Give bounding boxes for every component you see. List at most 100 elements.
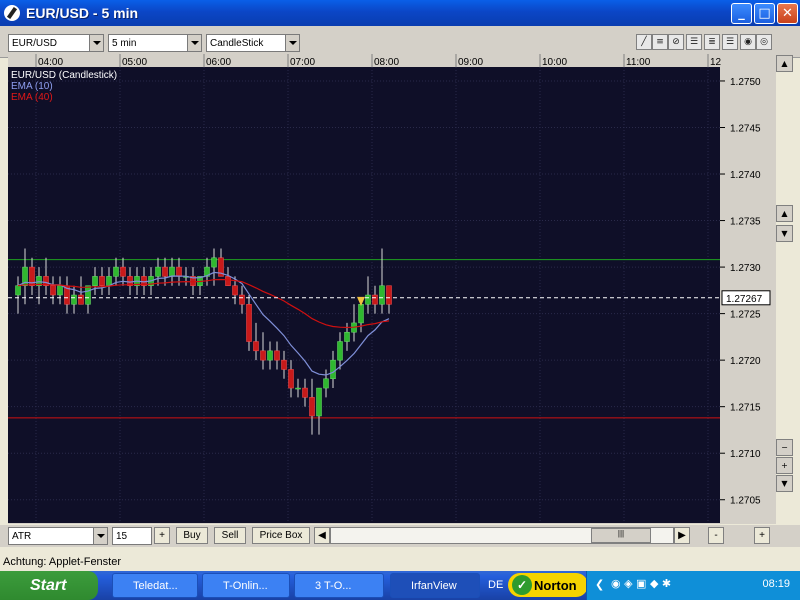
current-price-label: 1.27267	[726, 294, 763, 305]
status-bar: Achtung: Applet-Fenster	[0, 553, 800, 571]
y-tick-label: 1.2710	[730, 449, 761, 460]
price-box-button[interactable]: Price Box	[252, 527, 310, 544]
scroll-down-icon[interactable]: ▼	[776, 475, 793, 492]
candle-body	[15, 285, 21, 296]
candle-body	[323, 378, 329, 389]
scroll-thumb-grip[interactable]: ▼	[776, 225, 793, 242]
y-tick-label: 1.2725	[730, 310, 761, 321]
task-teledat[interactable]: Teledat...	[112, 573, 198, 598]
candle-body	[337, 341, 343, 361]
task-irfanview[interactable]: IrfanView	[390, 573, 480, 598]
language-indicator[interactable]: DE	[488, 579, 503, 591]
zoom-plus-icon[interactable]: +	[776, 457, 793, 474]
chevron-down-icon[interactable]	[187, 35, 201, 51]
task-t-online[interactable]: T-Onlin...	[202, 573, 290, 598]
task-t-online-group[interactable]: 3 T-O...	[294, 573, 384, 598]
interval-select[interactable]: 5 min	[108, 34, 202, 52]
scroll-left-icon[interactable]: ◀	[314, 527, 330, 544]
symbol-select[interactable]: EUR/USD	[8, 34, 104, 52]
candle-body	[281, 359, 287, 370]
gann-icon[interactable]: ≣	[704, 34, 720, 50]
chevron-down-icon[interactable]	[93, 528, 107, 544]
zoom-in-icon[interactable]: ◉	[740, 34, 756, 50]
candle-body	[288, 369, 294, 389]
norton-button[interactable]: Norton	[508, 573, 588, 597]
candle-body	[162, 266, 168, 277]
candle-body	[85, 285, 91, 305]
java-icon	[4, 5, 20, 21]
x-tick-label: 10:00	[542, 57, 567, 68]
candle-body	[155, 266, 161, 277]
indicator-bar: ATR 15 + Buy Sell Price Box ◀ ||| ▶ - +	[0, 525, 800, 547]
candle-body	[120, 266, 126, 277]
window-titlebar: EUR/USD - 5 min _ □ ✕	[0, 0, 800, 26]
period-input-value: 15	[116, 530, 128, 542]
fibonacci-icon[interactable]: ☰	[686, 34, 702, 50]
close-button[interactable]: ✕	[777, 3, 798, 24]
chart-type-select-value: CandleStick	[210, 37, 264, 49]
zoom-minus-icon[interactable]: −	[776, 439, 793, 456]
channel-icon[interactable]: ≡	[652, 34, 668, 50]
x-tick-label: 08:00	[374, 57, 399, 68]
pitchfork-icon[interactable]: ⊘	[668, 34, 684, 50]
retracement-icon[interactable]: ☰	[722, 34, 738, 50]
y-tick-label: 1.2735	[730, 217, 761, 228]
zoom-out-icon[interactable]: ◎	[756, 34, 772, 50]
vertical-scrollbar[interactable]: ▲ ▲ ▼ − + ▼	[776, 55, 793, 525]
scroll-right-icon[interactable]: ▶	[674, 527, 690, 544]
candle-body	[176, 266, 182, 277]
horizontal-scroll-thumb[interactable]: |||	[591, 528, 651, 543]
y-tick-label: 1.2740	[730, 170, 761, 181]
add-indicator-button[interactable]: +	[154, 527, 170, 544]
x-tick-label: 12	[710, 57, 722, 68]
scroll-thumb[interactable]: ▲	[776, 205, 793, 222]
candle-body	[211, 257, 217, 268]
start-button[interactable]: Start	[0, 571, 98, 600]
chevron-down-icon[interactable]	[285, 35, 299, 51]
candle-body	[260, 350, 266, 361]
buy-button[interactable]: Buy	[176, 527, 208, 544]
y-tick-label: 1.2715	[730, 403, 761, 414]
zoom-out-time-button[interactable]: -	[708, 527, 724, 544]
candle-body	[57, 285, 63, 296]
indicator-select[interactable]: ATR	[8, 527, 108, 545]
candle-body	[386, 285, 392, 305]
candle-body	[295, 387, 301, 390]
horizontal-scrollbar[interactable]: |||	[330, 527, 674, 544]
chart-type-select[interactable]: CandleStick	[206, 34, 300, 52]
candle-body	[253, 341, 259, 352]
candle-body	[92, 276, 98, 286]
candle-body	[372, 294, 378, 305]
x-tick-label: 05:00	[122, 57, 147, 68]
trendline-icon[interactable]: ╱	[636, 34, 652, 50]
legend-ema40: EMA (40)	[11, 92, 53, 103]
zoom-in-time-button[interactable]: +	[754, 527, 770, 544]
system-tray: ❮ ◉ ◈ ▣ ◆ ✱ 08:19	[586, 571, 800, 600]
y-tick-label: 1.2720	[730, 356, 761, 367]
candlestick-chart[interactable]: 04:00 05:00 06:00 07:00 08:00 09:00 10:00 11:00…	[8, 54, 776, 524]
y-tick-label: 1.2745	[730, 123, 761, 134]
candle-body	[330, 359, 336, 380]
indicator-select-value: ATR	[12, 530, 32, 542]
candle-body	[358, 304, 364, 324]
period-input[interactable]: 15	[112, 527, 152, 545]
x-tick-label: 11:00	[626, 57, 651, 68]
tray-expand-icon[interactable]: ❮	[595, 578, 604, 591]
symbol-select-value: EUR/USD	[12, 37, 58, 49]
tray-icons[interactable]: ◉ ◈ ▣ ◆ ✱	[611, 577, 671, 590]
candle-body	[309, 397, 315, 417]
sell-button[interactable]: Sell	[214, 527, 246, 544]
legend-title: EUR/USD (Candlestick)	[11, 70, 117, 81]
taskbar: Start Teledat... T-Onlin... 3 T-O... Irf…	[0, 571, 800, 600]
window-title: EUR/USD - 5 min	[26, 5, 139, 21]
maximize-button[interactable]: □	[754, 3, 775, 24]
scroll-up-icon[interactable]: ▲	[776, 55, 793, 72]
candle-body	[239, 294, 245, 305]
candle-body	[344, 331, 350, 342]
candle-body	[302, 387, 308, 398]
minimize-button[interactable]: _	[731, 3, 752, 24]
chevron-down-icon[interactable]	[89, 35, 103, 51]
x-tick-label: 09:00	[458, 57, 483, 68]
candle-body	[232, 285, 238, 296]
legend-ema10: EMA (10)	[11, 81, 53, 92]
